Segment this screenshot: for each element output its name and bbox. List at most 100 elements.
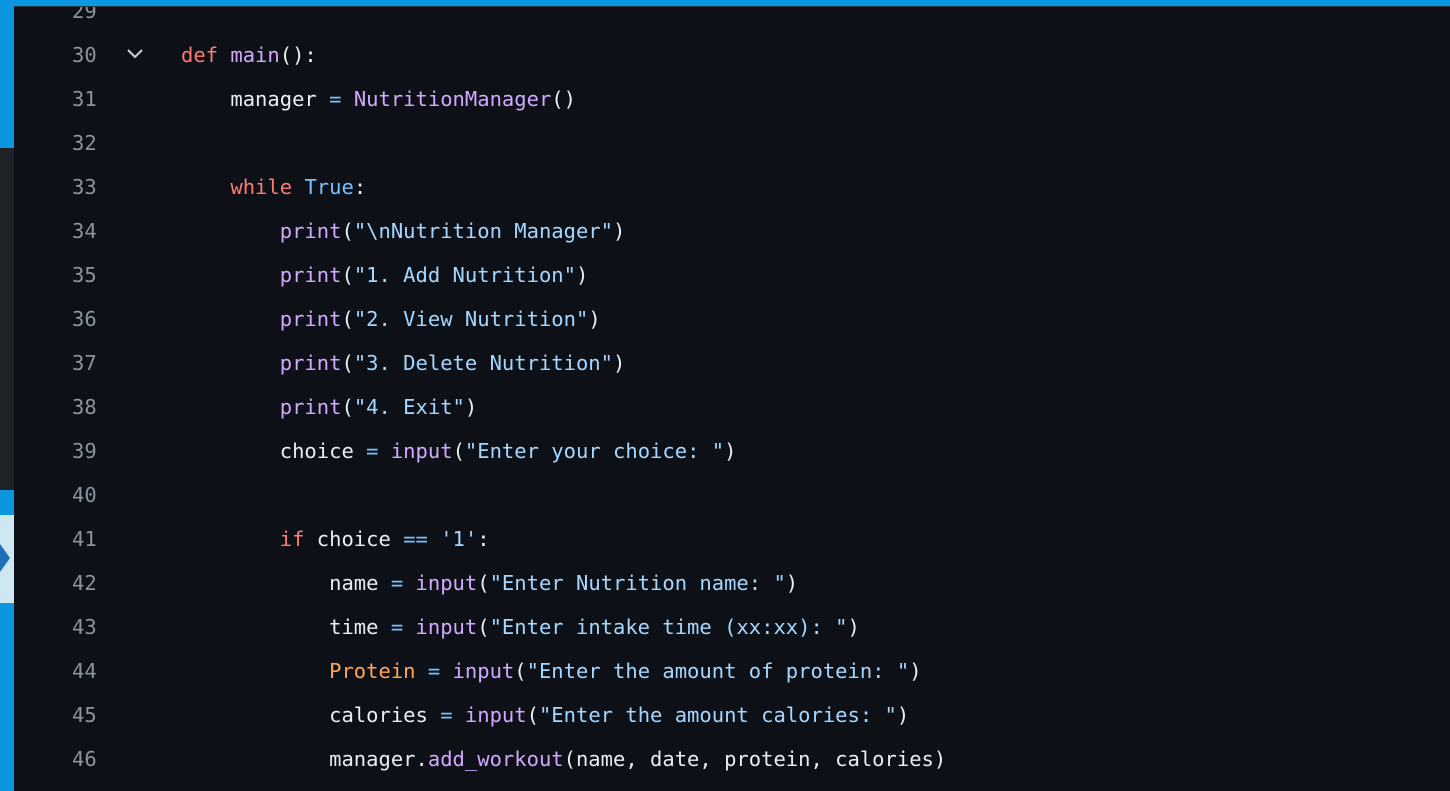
code-line[interactable]: 37 print("3. Delete Nutrition") bbox=[14, 341, 1450, 385]
background-panel-strip bbox=[0, 148, 14, 490]
line-source: time = input("Enter intake time (xx:xx):… bbox=[181, 605, 860, 649]
code-token: = bbox=[427, 659, 441, 683]
code-line[interactable]: 46 manager.add_workout(name, date, prote… bbox=[14, 737, 1450, 781]
code-line[interactable]: 44 Protein = input("Enter the amount of … bbox=[14, 649, 1450, 693]
line-number: 34 bbox=[72, 219, 97, 243]
code-token: ) bbox=[575, 263, 589, 287]
code-line[interactable]: 32 bbox=[14, 121, 1450, 165]
code-token: ( bbox=[514, 659, 527, 683]
code-token: (name, date, protein, calories) bbox=[563, 747, 947, 771]
code-token: print bbox=[279, 395, 342, 419]
code-line[interactable]: 29 bbox=[14, 6, 1450, 33]
code-token: NutritionManager bbox=[353, 87, 552, 111]
line-number: 43 bbox=[72, 615, 97, 639]
code-token: ) bbox=[909, 659, 922, 683]
code-token: input bbox=[390, 439, 453, 463]
code-token: ( bbox=[526, 703, 539, 727]
line-number: 39 bbox=[72, 439, 97, 463]
code-token: True bbox=[304, 175, 354, 199]
code-token: ( bbox=[452, 439, 465, 463]
line-number: 37 bbox=[72, 351, 97, 375]
code-line[interactable]: 31 manager = NutritionManager() bbox=[14, 77, 1450, 121]
code-line[interactable]: 38 print("4. Exit") bbox=[14, 385, 1450, 429]
line-number: 38 bbox=[72, 395, 97, 419]
code-token: "\nNutrition Manager" bbox=[353, 219, 613, 243]
code-line[interactable]: 43 time = input("Enter intake time (xx:x… bbox=[14, 605, 1450, 649]
code-line[interactable]: 40 bbox=[14, 473, 1450, 517]
code-token: manager. bbox=[329, 747, 428, 771]
code-line[interactable]: 41 if choice == '1': bbox=[14, 517, 1450, 561]
code-token: "1. Add Nutrition" bbox=[353, 263, 576, 287]
code-token: main bbox=[230, 43, 280, 67]
code-token: ( bbox=[341, 351, 354, 375]
chevron-down-icon[interactable] bbox=[124, 33, 150, 77]
code-token: "2. View Nutrition" bbox=[353, 307, 589, 331]
code-line[interactable]: 35 print("1. Add Nutrition") bbox=[14, 253, 1450, 297]
line-number: 45 bbox=[72, 703, 97, 727]
code-token: "Enter Nutrition name: " bbox=[489, 571, 786, 595]
background-arrow-icon bbox=[0, 544, 10, 572]
line-number: 46 bbox=[72, 747, 97, 771]
code-token: ) bbox=[847, 615, 860, 639]
code-line[interactable]: 36 print("2. View Nutrition") bbox=[14, 297, 1450, 341]
code-line[interactable]: 42 name = input("Enter Nutrition name: "… bbox=[14, 561, 1450, 605]
code-token: print bbox=[279, 351, 342, 375]
line-number: 36 bbox=[72, 307, 97, 331]
code-token: ) bbox=[613, 219, 626, 243]
code-token: manager bbox=[230, 87, 330, 111]
code-token: ) bbox=[588, 307, 601, 331]
code-token: while bbox=[230, 175, 293, 199]
code-line[interactable]: 30 def main(): bbox=[14, 33, 1450, 77]
code-token: "Enter your choice: " bbox=[464, 439, 725, 463]
code-token: ( bbox=[341, 307, 354, 331]
line-number: 40 bbox=[72, 483, 97, 507]
line-source: calories = input("Enter the amount calor… bbox=[181, 693, 909, 737]
line-source: while True: bbox=[181, 165, 366, 209]
code-token: = bbox=[329, 87, 342, 111]
code-line[interactable]: 33 while True: bbox=[14, 165, 1450, 209]
code-token: time bbox=[329, 615, 391, 639]
line-source: manager = NutritionManager() bbox=[181, 77, 576, 121]
code-token: print bbox=[279, 263, 342, 287]
code-line[interactable]: 34 print("\nNutrition Manager") bbox=[14, 209, 1450, 253]
code-line[interactable]: 39 choice = input("Enter your choice: ") bbox=[14, 429, 1450, 473]
code-token: if bbox=[279, 527, 305, 551]
line-number: 31 bbox=[72, 87, 97, 111]
code-token: '1' bbox=[440, 527, 478, 551]
code-editor[interactable]: 29 30 def main(): 31 manager = NutritionMan… bbox=[14, 6, 1450, 791]
code-line[interactable]: 45 calories = input("Enter the amount ca… bbox=[14, 693, 1450, 737]
line-number: 41 bbox=[72, 527, 97, 551]
line-number: 29 bbox=[72, 6, 97, 23]
code-token: = bbox=[366, 439, 379, 463]
line-source: manager.add_workout(name, date, protein,… bbox=[181, 737, 946, 781]
code-token: choice bbox=[279, 439, 367, 463]
code-token: ) bbox=[724, 439, 737, 463]
line-source: if choice == '1': bbox=[181, 517, 490, 561]
line-source: print("2. View Nutrition") bbox=[181, 297, 601, 341]
code-token: name bbox=[329, 571, 391, 595]
code-token: input bbox=[464, 703, 527, 727]
code-token: add_workout bbox=[427, 747, 564, 771]
code-token: = bbox=[390, 571, 404, 595]
line-source: print("\nNutrition Manager") bbox=[181, 209, 626, 253]
code-token: ( bbox=[477, 571, 490, 595]
code-token: ( bbox=[341, 395, 354, 419]
line-source: name = input("Enter Nutrition name: ") bbox=[181, 561, 798, 605]
